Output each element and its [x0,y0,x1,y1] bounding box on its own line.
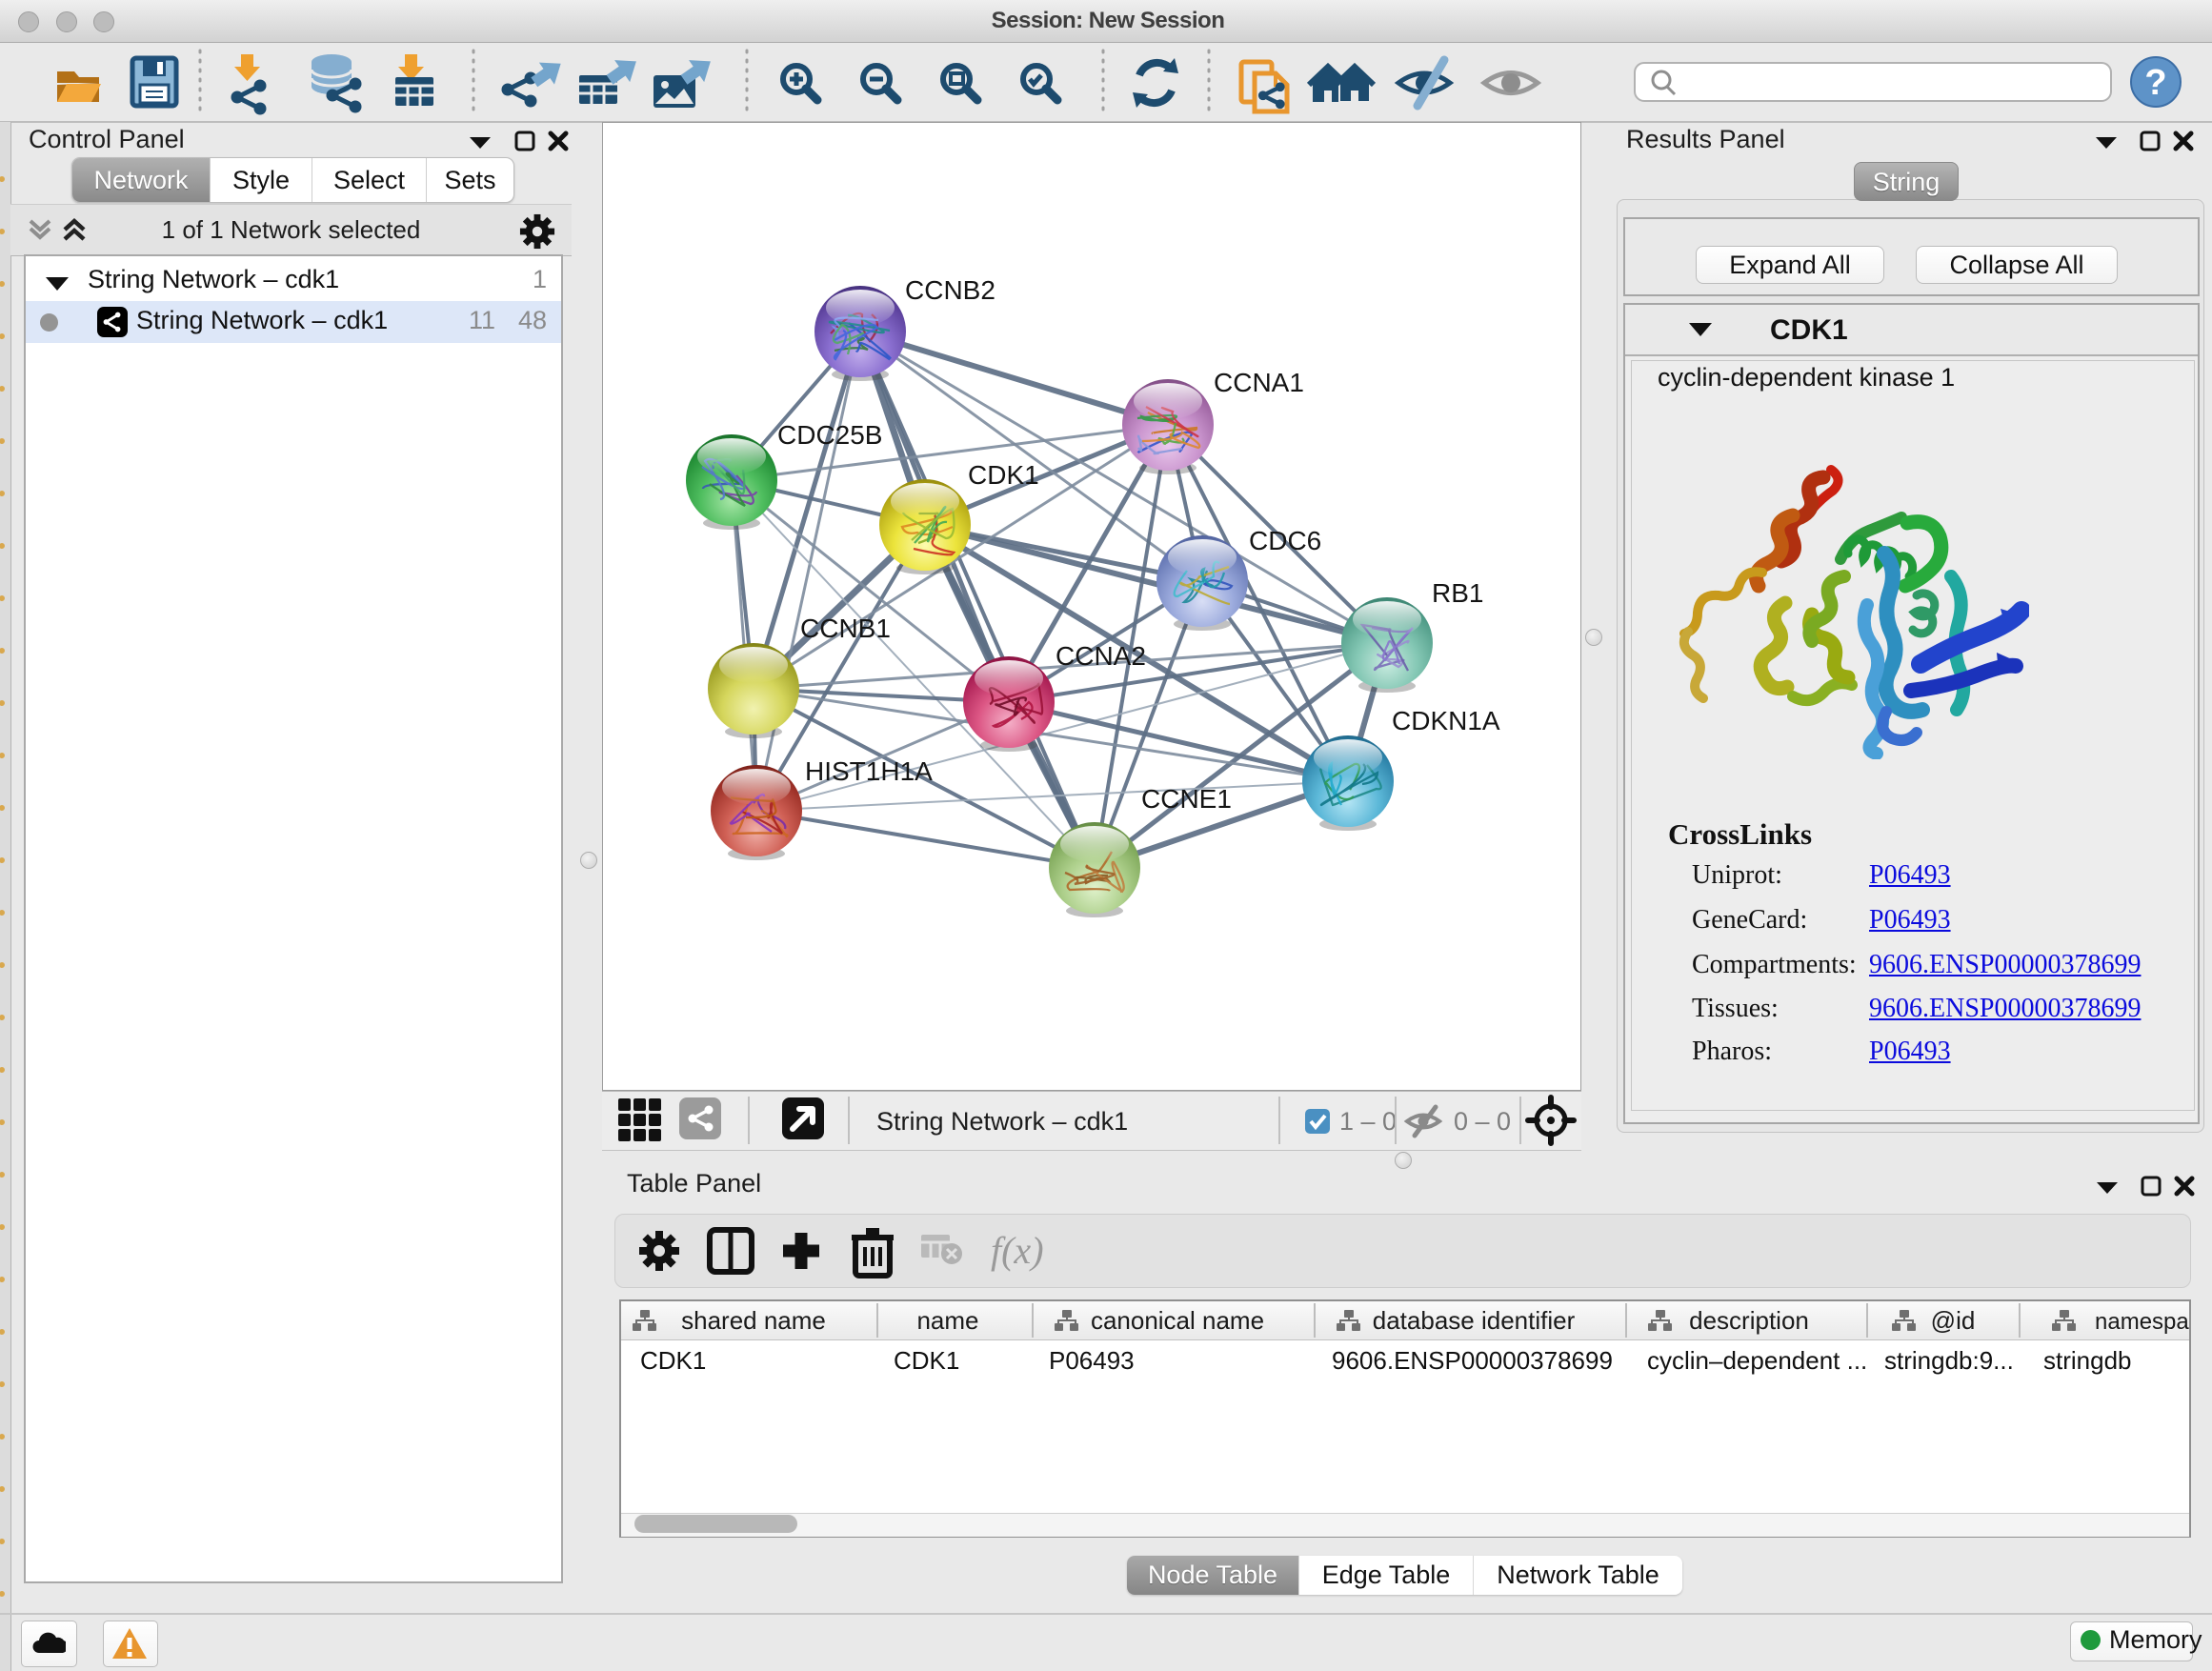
svg-text:0 – 0: 0 – 0 [1454,1107,1511,1136]
svg-text:stringdb:9...: stringdb:9... [1884,1346,2014,1375]
svg-text:@id: @id [1931,1306,1976,1335]
svg-text:1 – 0: 1 – 0 [1339,1107,1397,1136]
svg-text:9606.ENSP00000378699: 9606.ENSP00000378699 [1332,1346,1613,1375]
svg-text:namespac: namespac [2095,1309,2189,1335]
svg-text:f(x): f(x) [991,1229,1044,1272]
svg-text:CCNA2: CCNA2 [1056,641,1146,671]
svg-text:?: ? [2144,63,2166,103]
svg-text:CDK1: CDK1 [968,460,1039,490]
svg-text:CDC25B: CDC25B [777,420,882,450]
svg-text:stringdb: stringdb [2043,1346,2132,1375]
svg-text:cyclin–dependent ...: cyclin–dependent ... [1647,1346,1867,1375]
svg-text:CDKN1A: CDKN1A [1392,706,1500,735]
svg-text:description: description [1689,1306,1809,1335]
svg-text:CDK1: CDK1 [894,1346,959,1375]
svg-text:shared name: shared name [681,1306,826,1335]
svg-text:canonical name: canonical name [1091,1306,1264,1335]
svg-text:String Network – cdk1: String Network – cdk1 [876,1107,1128,1136]
svg-text:database identifier: database identifier [1373,1306,1576,1335]
svg-text:CCNA1: CCNA1 [1214,368,1304,397]
svg-text:HIST1H1A: HIST1H1A [805,756,933,786]
svg-text:P06493: P06493 [1049,1346,1135,1375]
svg-text:CCNB1: CCNB1 [800,614,891,643]
svg-text:CDK1: CDK1 [640,1346,706,1375]
svg-text:RB1: RB1 [1432,578,1483,608]
svg-text:name: name [916,1306,978,1335]
svg-text:CCNB2: CCNB2 [905,275,995,305]
svg-text:CDC6: CDC6 [1249,526,1321,555]
svg-text:CCNE1: CCNE1 [1141,784,1232,814]
